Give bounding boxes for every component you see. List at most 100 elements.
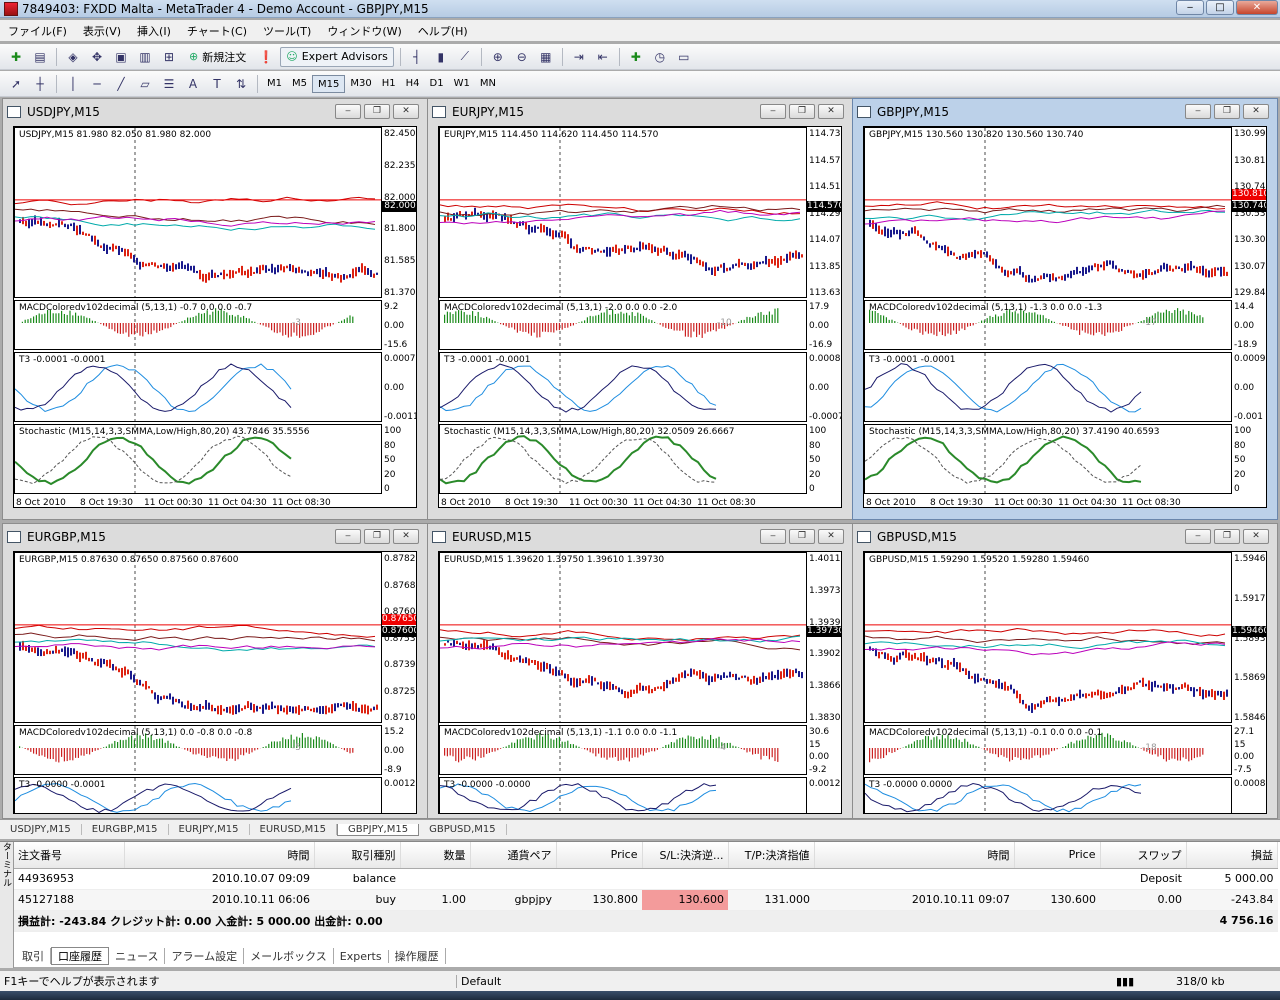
col-symbol[interactable]: 通貨ペア (470, 842, 557, 869)
chart-plot-area[interactable]: EURGBP,M15 0.87630 0.87650 0.87560 0.876… (13, 551, 417, 814)
t3-pane[interactable]: T3 -0.0001 -0.0001 (864, 352, 1232, 423)
macd-pane[interactable]: MACDColoredv102decimal (5,13,1) -1.3 0.0… (864, 300, 1232, 351)
macd-pane[interactable]: MACDColoredv102decimal (5,13,1) -0.1 0.0… (864, 725, 1232, 776)
alert-icon[interactable]: ❗ (256, 47, 276, 67)
col-profit[interactable]: 損益 (1186, 842, 1278, 869)
stochastic-pane[interactable]: Stochastic (M15,14,3,3,SMMA,Low/High,80,… (439, 424, 807, 495)
timeframe-m30[interactable]: M30 (345, 75, 376, 93)
chart-close-button[interactable]: ✕ (393, 529, 419, 544)
minimize-button[interactable]: ‒ (1176, 0, 1204, 15)
chart-window-usdjpy[interactable]: USDJPY,M15 ‒ ❐ ✕ USDJPY,M15 81.980 82.050 81… (2, 98, 428, 520)
col-swap[interactable]: スワップ (1100, 842, 1187, 869)
zoom-out-icon[interactable]: ⊖ (512, 47, 532, 67)
new-chart-icon[interactable]: ✚ (6, 47, 26, 67)
text-label-icon[interactable]: T (207, 74, 227, 94)
periods-icon[interactable]: ◷ (650, 47, 670, 67)
timeframe-m15[interactable]: M15 (312, 74, 346, 93)
line-chart-icon[interactable]: ⟋ (455, 47, 475, 67)
price-pane[interactable]: GBPUSD,M15 1.59290 1.59520 1.59280 1.594… (864, 552, 1232, 724)
chart-tab[interactable]: EURGBP,M15 (82, 824, 169, 835)
macd-pane[interactable]: MACDColoredv102decimal (5,13,1) 0.0 -0.8… (14, 725, 382, 776)
t3-pane[interactable]: T3 -0.0001 -0.0001 (14, 352, 382, 423)
chart-plot-area[interactable]: USDJPY,M15 81.980 82.050 81.980 82.000 82… (13, 126, 417, 508)
timeframe-d1[interactable]: D1 (425, 75, 449, 93)
profiles-icon[interactable]: ▤ (30, 47, 50, 67)
chart-window-eurgbp[interactable]: EURGBP,M15 ‒ ❐ ✕ EURGBP,M15 0.87630 0.87650 … (2, 523, 428, 819)
chart-minimize-button[interactable]: ‒ (335, 529, 361, 544)
price-pane[interactable]: EURUSD,M15 1.39620 1.39750 1.39610 1.397… (439, 552, 807, 724)
chart-close-button[interactable]: ✕ (393, 104, 419, 119)
chart-tab[interactable]: GBPUSD,M15 (419, 824, 507, 835)
chart-restore-button[interactable]: ❐ (789, 529, 815, 544)
chart-plot-area[interactable]: GBPUSD,M15 1.59290 1.59520 1.59280 1.594… (863, 551, 1267, 814)
col-tp[interactable]: T/P:決済指値 (728, 842, 815, 869)
chart-restore-button[interactable]: ❐ (789, 104, 815, 119)
price-pane[interactable]: USDJPY,M15 81.980 82.050 81.980 82.000 (14, 127, 382, 299)
chart-plot-area[interactable]: GBPJPY,M15 130.560 130.820 130.560 130.7… (863, 126, 1267, 508)
navigator-icon[interactable]: ✥ (87, 47, 107, 67)
col-close-time[interactable]: 時間 (814, 842, 1015, 869)
price-pane[interactable]: EURJPY,M15 114.450 114.620 114.450 114.5… (439, 127, 807, 299)
timeframe-m5[interactable]: M5 (287, 75, 312, 93)
data-window-icon[interactable]: ▣ (111, 47, 131, 67)
price-pane[interactable]: EURGBP,M15 0.87630 0.87650 0.87560 0.876… (14, 552, 382, 724)
chart-minimize-button[interactable]: ‒ (335, 104, 361, 119)
cursor-icon[interactable]: ➚ (6, 74, 26, 94)
menu-tools[interactable]: ツール(T) (255, 23, 319, 39)
col-size[interactable]: 数量 (400, 842, 471, 869)
chart-shift-icon[interactable]: ⇤ (593, 47, 613, 67)
fibonacci-icon[interactable]: ☰ (159, 74, 179, 94)
table-row[interactable]: 45127188 2010.10.11 06:06 buy 1.00 gbpjp… (14, 889, 1278, 911)
chart-close-button[interactable]: ✕ (818, 104, 844, 119)
menu-insert[interactable]: 挿入(I) (129, 23, 179, 39)
col-ticket[interactable]: 注文番号 (14, 842, 125, 869)
chart-close-button[interactable]: ✕ (1243, 104, 1269, 119)
zoom-in-icon[interactable]: ⊕ (488, 47, 508, 67)
chart-tab[interactable]: EURUSD,M15 (250, 824, 338, 835)
menu-help[interactable]: ヘルプ(H) (410, 23, 476, 39)
market-watch-icon[interactable]: ◈ (63, 47, 83, 67)
t3-pane[interactable]: T3 -0.0000 -0.0001 (14, 777, 382, 813)
terminal-tab-history[interactable]: 口座履歴 (51, 947, 109, 965)
chart-window-eurusd[interactable]: EURUSD,M15 ‒ ❐ ✕ EURUSD,M15 1.39620 1.39750 … (427, 523, 853, 819)
chart-minimize-button[interactable]: ‒ (760, 104, 786, 119)
chart-close-button[interactable]: ✕ (1243, 529, 1269, 544)
expert-advisors-button[interactable]: ☺ Expert Advisors (280, 46, 394, 67)
col-price[interactable]: Price (556, 842, 643, 869)
macd-pane[interactable]: MACDColoredv102decimal (5,13,1) -2.0 0.0… (439, 300, 807, 351)
col-close-price[interactable]: Price (1014, 842, 1101, 869)
chart-minimize-button[interactable]: ‒ (760, 529, 786, 544)
terminal-tab-trade[interactable]: 取引 (16, 948, 51, 964)
maximize-button[interactable]: □ (1206, 0, 1234, 15)
chart-window-gbpusd[interactable]: GBPUSD,M15 ‒ ❐ ✕ GBPUSD,M15 1.59290 1.59520 … (852, 523, 1278, 819)
vertical-line-icon[interactable]: │ (63, 74, 83, 94)
col-type[interactable]: 取引種別 (314, 842, 401, 869)
chart-tab-active[interactable]: GBPJPY,M15 (337, 823, 420, 836)
chart-tab[interactable]: USDJPY,M15 (0, 824, 82, 835)
chart-restore-button[interactable]: ❐ (364, 104, 390, 119)
table-row[interactable]: 44936953 2010.10.07 09:09 balance Deposi… (14, 868, 1278, 890)
bar-chart-icon[interactable]: ┤ (407, 47, 427, 67)
chart-restore-button[interactable]: ❐ (364, 529, 390, 544)
macd-pane[interactable]: MACDColoredv102decimal (5,13,1) -1.1 0.0… (439, 725, 807, 776)
t3-pane[interactable]: T3 -0.0000 0.0000 (864, 777, 1232, 813)
chart-plot-area[interactable]: EURUSD,M15 1.39620 1.39750 1.39610 1.397… (438, 551, 842, 814)
timeframe-m1[interactable]: M1 (262, 75, 287, 93)
t3-pane[interactable]: T3 -0.0001 -0.0001 (439, 352, 807, 423)
text-icon[interactable]: A (183, 74, 203, 94)
chart-plot-area[interactable]: EURJPY,M15 114.450 114.620 114.450 114.5… (438, 126, 842, 508)
col-time[interactable]: 時間 (124, 842, 315, 869)
terminal-tab-mailbox[interactable]: メールボックス (244, 948, 334, 964)
horizontal-line-icon[interactable]: ─ (87, 74, 107, 94)
templates-icon[interactable]: ▭ (674, 47, 694, 67)
macd-pane[interactable]: MACDColoredv102decimal (5,13,1) -0.7 0.0… (14, 300, 382, 351)
terminal-tab-alerts[interactable]: アラーム設定 (165, 948, 245, 964)
menu-file[interactable]: ファイル(F) (0, 23, 75, 39)
timeframe-mn[interactable]: MN (475, 75, 501, 93)
arrows-icon[interactable]: ⇅ (231, 74, 251, 94)
crosshair-icon[interactable]: ┼ (30, 74, 50, 94)
price-pane[interactable]: GBPJPY,M15 130.560 130.820 130.560 130.7… (864, 127, 1232, 299)
chart-minimize-button[interactable]: ‒ (1185, 529, 1211, 544)
timeframe-h4[interactable]: H4 (401, 75, 425, 93)
terminal-tab-experts[interactable]: Experts (334, 949, 389, 963)
